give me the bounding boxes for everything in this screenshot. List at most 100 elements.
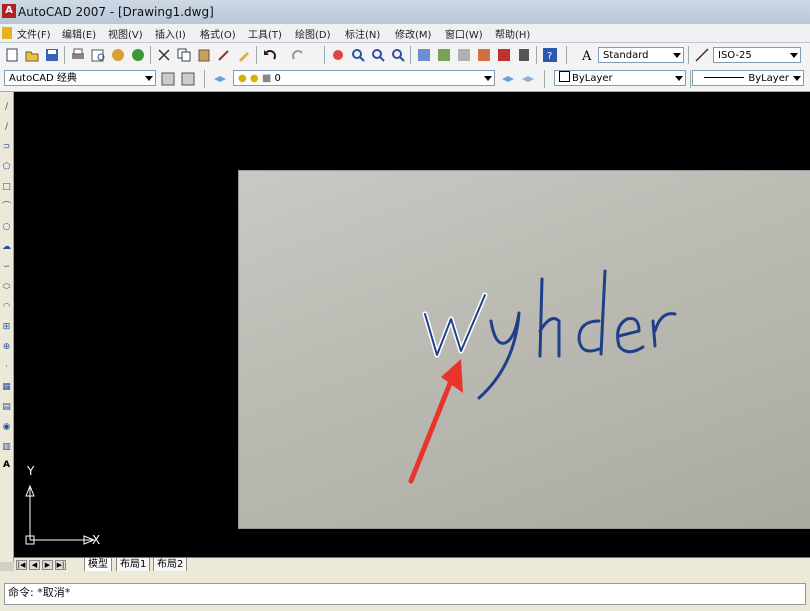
ellipse-arc-icon[interactable]: ◠: [1, 302, 12, 313]
sheet-set-icon[interactable]: [476, 47, 492, 63]
markup-icon[interactable]: [496, 47, 512, 63]
workspace-select[interactable]: AutoCAD 经典: [4, 70, 156, 86]
menu-draw[interactable]: 绘图(D): [295, 26, 331, 41]
menu-file[interactable]: 文件(F): [17, 26, 51, 41]
chevron-down-icon: [145, 76, 153, 81]
point-icon[interactable]: ·: [1, 362, 12, 373]
dim-style-value: ISO-25: [718, 50, 752, 61]
menu-insert[interactable]: 插入(I): [155, 26, 186, 41]
linetype-sample: [704, 77, 745, 78]
layers-toolbar: AutoCAD 经典 ● ● ■ 0 ByLayer ByLayer: [0, 67, 810, 92]
properties-icon[interactable]: [416, 47, 432, 63]
make-object-layer-current-icon[interactable]: [500, 71, 516, 87]
zoom-previous-icon[interactable]: [390, 47, 406, 63]
construction-line-icon[interactable]: /: [1, 122, 12, 133]
layout-tabs-bar: |◀ ◀ ▶ ▶| 模型 布局1 布局2: [14, 557, 810, 572]
pan-icon[interactable]: [330, 47, 346, 63]
copy-icon[interactable]: [176, 47, 192, 63]
arc-icon[interactable]: ⌒: [1, 202, 12, 213]
polyline-icon[interactable]: ⊃: [1, 142, 12, 153]
chevron-down-icon: [793, 76, 801, 81]
paste-icon[interactable]: [196, 47, 212, 63]
insert-block-icon[interactable]: ⊞: [1, 322, 12, 333]
autocad-app-icon[interactable]: A: [2, 4, 16, 18]
title-bar: A AutoCAD 2007 - [Drawing1.dwg]: [0, 0, 810, 25]
zoom-window-icon[interactable]: [370, 47, 386, 63]
raster-image[interactable]: [238, 170, 810, 529]
open-file-icon[interactable]: [24, 47, 40, 63]
layer-select[interactable]: ● ● ■ 0: [233, 70, 495, 86]
zoom-realtime-icon[interactable]: [350, 47, 366, 63]
text-style-select[interactable]: Standard: [598, 47, 684, 63]
undo-icon[interactable]: [262, 47, 278, 63]
my-workspace-icon[interactable]: [180, 71, 196, 87]
cut-icon[interactable]: [156, 47, 172, 63]
dim-style-select[interactable]: ISO-25: [713, 47, 801, 63]
window-title: AutoCAD 2007 - [Drawing1.dwg]: [18, 5, 214, 19]
menu-tools[interactable]: 工具(T): [248, 26, 282, 41]
make-block-icon[interactable]: ⊕: [1, 342, 12, 353]
workspace-value: AutoCAD 经典: [9, 73, 77, 84]
table-icon[interactable]: ▥: [1, 442, 12, 453]
3d-dwf-icon[interactable]: [130, 47, 146, 63]
color-select[interactable]: ByLayer: [554, 70, 686, 86]
rectangle-icon[interactable]: □: [1, 182, 12, 193]
menu-format[interactable]: 格式(O): [200, 26, 236, 41]
text-style-value: Standard: [603, 50, 649, 61]
tab-layout2[interactable]: 布局2: [153, 558, 188, 572]
ellipse-icon[interactable]: ⬭: [1, 282, 12, 293]
revision-cloud-icon[interactable]: ☁: [1, 242, 12, 253]
gradient-icon[interactable]: ▤: [1, 402, 12, 413]
menu-window[interactable]: 窗口(W): [445, 26, 483, 41]
layer-manager-icon[interactable]: [212, 71, 228, 87]
sun-icon: ●: [249, 73, 259, 84]
color-value: ByLayer: [572, 73, 613, 84]
command-line[interactable]: 命令: *取消*: [4, 583, 806, 605]
ucs-y-label: Y: [27, 464, 35, 478]
region-icon[interactable]: ◉: [1, 422, 12, 433]
help-icon[interactable]: ?: [542, 47, 558, 63]
layer-previous-icon[interactable]: [520, 71, 536, 87]
line-icon[interactable]: /: [1, 102, 12, 113]
next-tab-button[interactable]: ▶: [42, 560, 53, 570]
workspace-settings-icon[interactable]: [160, 71, 176, 87]
calculator-icon[interactable]: [516, 47, 532, 63]
redo-icon[interactable]: [290, 47, 306, 63]
menu-dimension[interactable]: 标注(N): [345, 26, 380, 41]
menu-view[interactable]: 视图(V): [108, 26, 143, 41]
last-tab-button[interactable]: ▶|: [55, 560, 66, 570]
handwriting-image: [408, 269, 677, 484]
circle-icon[interactable]: ○: [1, 222, 12, 233]
menu-modify[interactable]: 修改(M): [395, 26, 431, 41]
first-tab-button[interactable]: |◀: [16, 560, 27, 570]
design-center-icon[interactable]: [436, 47, 452, 63]
chevron-down-icon: [675, 76, 683, 81]
match-properties-icon[interactable]: [216, 47, 232, 63]
color-swatch: [559, 71, 570, 82]
previous-tab-button[interactable]: ◀: [29, 560, 40, 570]
text-style-icon[interactable]: A: [580, 47, 596, 63]
dim-style-icon[interactable]: [694, 47, 710, 63]
hatch-icon[interactable]: ▦: [1, 382, 12, 393]
chevron-down-icon: [484, 76, 492, 81]
tool-palettes-icon[interactable]: [456, 47, 472, 63]
linetype-select[interactable]: ByLayer: [692, 70, 804, 86]
linetype-value: ByLayer: [748, 73, 789, 84]
document-icon[interactable]: [2, 27, 12, 39]
print-icon[interactable]: [70, 47, 86, 63]
tab-layout1[interactable]: 布局1: [116, 558, 151, 572]
light-bulb-icon: ●: [238, 73, 247, 84]
publish-icon[interactable]: [110, 47, 126, 63]
ucs-x-label: X: [92, 533, 101, 547]
polygon-icon[interactable]: ⬠: [1, 162, 12, 173]
multiline-text-icon[interactable]: A: [1, 460, 12, 471]
drawing-canvas[interactable]: Y X: [14, 92, 810, 557]
tab-model[interactable]: 模型: [84, 558, 112, 572]
new-file-icon[interactable]: [4, 47, 20, 63]
save-icon[interactable]: [44, 47, 60, 63]
spline-icon[interactable]: ∽: [1, 262, 12, 273]
plot-preview-icon[interactable]: [90, 47, 106, 63]
menu-edit[interactable]: 编辑(E): [62, 26, 96, 41]
menu-help[interactable]: 帮助(H): [495, 26, 530, 41]
block-editor-icon[interactable]: [236, 47, 252, 63]
